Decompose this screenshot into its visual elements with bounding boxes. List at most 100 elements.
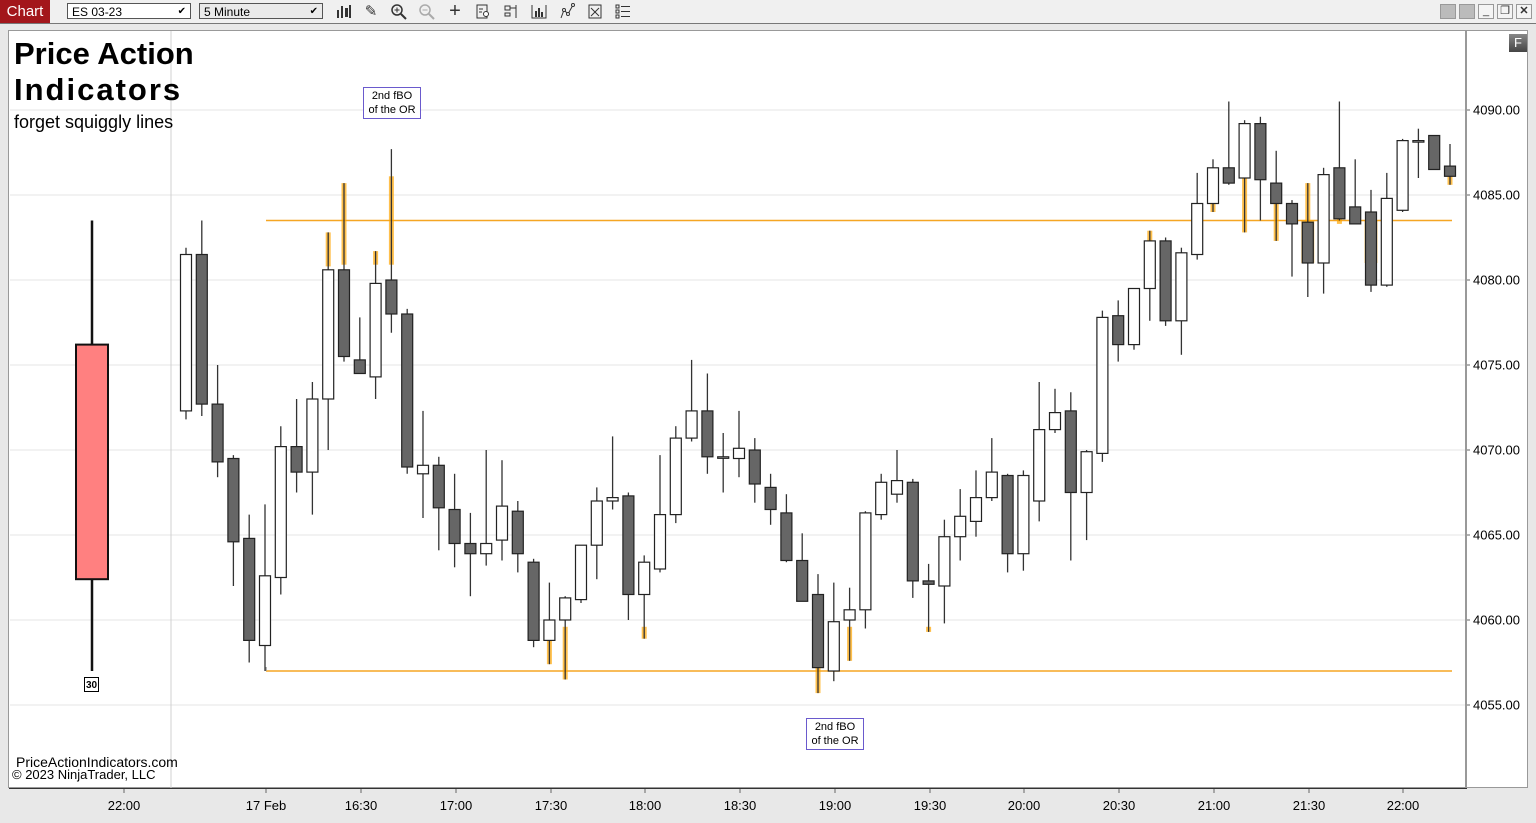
candle-body [1064,410,1077,494]
copyright: © 2023 NinjaTrader, LLC [12,767,156,782]
aggregate-body [75,343,109,581]
candle-body [843,609,856,621]
annotation-line2: of the OR [811,735,859,747]
price-axis-label: 4065.00 [1473,527,1520,543]
time-axis-label: 22:00 [1386,798,1420,813]
candle-body [685,410,698,439]
time-axis-label: 17 Feb [245,798,287,813]
time-axis-label: 16:30 [344,798,378,813]
candle-body [1285,202,1299,225]
candle-body [922,580,935,585]
candle-body [543,619,556,641]
candle-body [1396,140,1409,211]
candle-body [1048,412,1062,431]
time-axis-label: 21:30 [1292,798,1326,813]
candle-body [1017,474,1030,555]
candle-body [1112,315,1125,346]
candle-body [669,437,682,516]
price-axis-label: 4090.00 [1473,102,1520,118]
annotation-line1: 2nd fBO [814,721,856,733]
candle-body [1191,202,1204,256]
time-axis-label: 21:00 [1197,798,1231,813]
candle-body [416,464,430,475]
annotation-bottom[interactable]: 2nd fBO of the OR [806,718,864,750]
time-axis-label: 17:30 [534,798,568,813]
candle-body [337,269,351,358]
candle-body [227,457,240,543]
candle-body [701,410,714,458]
candle-body [1270,182,1283,205]
annotation-line1: 2nd fBO [371,90,413,102]
candle-body [432,464,445,509]
time-axis-label: 19:00 [818,798,852,813]
annotation-top[interactable]: 2nd fBO of the OR [363,87,421,119]
candle-body [495,505,509,541]
candle-body [1254,122,1267,181]
candle-body [796,559,809,602]
candle-body [590,500,603,546]
candle-body [448,508,461,545]
candle-body [290,446,303,473]
candle-body [717,456,730,459]
candle-body [464,542,477,555]
candle-body [1349,206,1362,225]
candle-body [732,447,746,460]
candle-body [1127,287,1141,346]
candle-body [1159,240,1172,322]
candle-body [890,480,904,495]
candle-body [511,510,524,555]
candle-body [954,515,967,538]
candle-body [258,575,272,647]
time-axis-label: 18:00 [628,798,662,813]
candle-body [638,561,651,596]
candle-body [811,593,825,669]
time-axis-label: 17:00 [439,798,473,813]
candle-body [780,512,793,562]
candle-body [748,449,761,485]
candle-body [1143,240,1156,290]
candle-body [1238,122,1251,179]
candle-body [1333,167,1346,220]
candle-body [195,253,208,405]
candle-body [1222,167,1235,184]
candle-body [574,544,588,601]
candle-body [306,398,319,473]
candle-body [859,512,872,611]
candle-body [179,253,193,412]
candle-body [369,282,382,378]
price-axis-label: 4085.00 [1473,187,1520,203]
brand-line2: Indicators [14,72,183,107]
candle-body [969,497,983,523]
candle-body [938,536,951,587]
candle-body [1443,165,1457,177]
candle-body [1033,429,1046,502]
time-axis-label: 20:30 [1102,798,1136,813]
candle-body [875,481,888,516]
candle-body [906,481,919,582]
price-axis-label: 4070.00 [1473,442,1520,458]
aggregate-bar-label: 30 [84,677,99,692]
price-axis-label: 4055.00 [1473,697,1520,713]
f-button[interactable]: F [1509,34,1527,52]
candle-body [1096,316,1109,454]
candle-body [606,497,619,502]
candle-body [353,359,366,375]
candle-body [385,279,398,315]
candle-body [764,486,777,511]
candle-body [1317,174,1330,264]
brand-logo: Price Action Indicators forget squiggly … [14,36,194,134]
candle-body [401,313,414,468]
candle-body [1364,211,1378,286]
candle-body [1380,197,1393,286]
candle-body [1001,474,1014,555]
price-axis-label: 4060.00 [1473,612,1520,628]
candle-body [1080,451,1093,494]
candle-body [653,513,667,570]
brand-line1: Price Action [14,36,194,71]
time-axis-label: 20:00 [1007,798,1041,813]
annotation-line2: of the OR [368,104,416,116]
brand-tagline: forget squiggly lines [14,112,174,132]
time-axis-label: 18:30 [723,798,757,813]
time-axis-label: 19:30 [913,798,947,813]
candlestick-chart[interactable] [0,0,1536,823]
